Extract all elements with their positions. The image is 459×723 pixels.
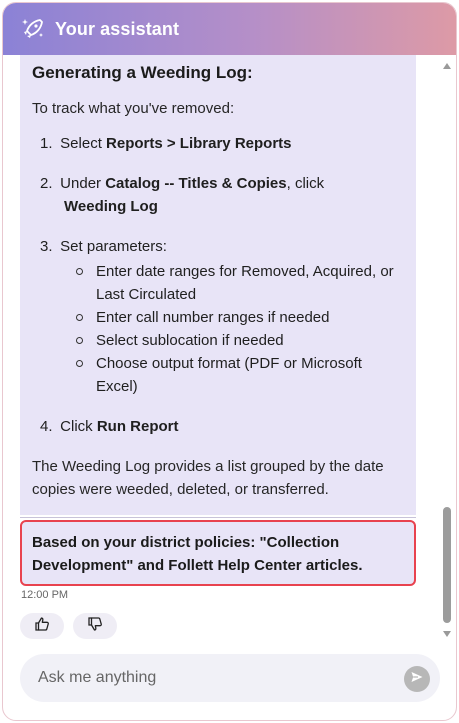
chat-scrollbar[interactable] bbox=[440, 55, 454, 645]
thumbs-up-icon bbox=[34, 616, 50, 637]
step-item: 3. Set parameters: Enter date ranges for… bbox=[32, 235, 404, 398]
thumbs-down-button[interactable] bbox=[73, 613, 117, 639]
chat-input[interactable] bbox=[38, 669, 378, 687]
scroll-down-arrow-icon[interactable] bbox=[443, 631, 451, 637]
list-item: Select sublocation if needed bbox=[72, 329, 404, 352]
send-icon bbox=[410, 670, 424, 689]
assistant-window: Your assistant Generating a Weeding Log:… bbox=[2, 2, 457, 721]
chat-scroll-area[interactable]: Generating a Weeding Log: To track what … bbox=[3, 55, 456, 645]
parameter-list: Enter date ranges for Removed, Acquired,… bbox=[40, 260, 404, 398]
assistant-header: Your assistant bbox=[3, 3, 456, 55]
send-button[interactable] bbox=[404, 666, 430, 692]
scrollbar-thumb[interactable] bbox=[443, 507, 451, 623]
assistant-message: Generating a Weeding Log: To track what … bbox=[20, 55, 416, 515]
sources-note: Based on your district policies: "Collec… bbox=[20, 520, 416, 586]
scroll-up-arrow-icon[interactable] bbox=[443, 63, 451, 69]
list-item: Choose output format (PDF or Microsoft E… bbox=[72, 352, 404, 398]
list-item: Enter call number ranges if needed bbox=[72, 306, 404, 329]
divider bbox=[20, 517, 416, 518]
message-intro: To track what you've removed: bbox=[32, 100, 235, 117]
steps-list: 1. Select Reports > Library Reports 2. U… bbox=[32, 132, 404, 438]
message-timestamp: 12:00 PM bbox=[21, 589, 69, 601]
thumbs-up-button[interactable] bbox=[20, 613, 64, 639]
message-summary: The Weeding Log provides a list grouped … bbox=[32, 458, 384, 498]
step-item: 1. Select Reports > Library Reports bbox=[40, 135, 292, 152]
message-heading: Generating a Weeding Log: bbox=[32, 63, 253, 82]
assistant-title: Your assistant bbox=[55, 18, 180, 39]
composer bbox=[20, 654, 440, 702]
thumbs-down-icon bbox=[87, 616, 103, 637]
step-item: 2. Under Catalog -- Titles & Copies, cli… bbox=[40, 175, 325, 215]
list-item: Enter date ranges for Removed, Acquired,… bbox=[72, 260, 404, 306]
sparkle-rocket-icon bbox=[19, 15, 47, 43]
step-item: 4. Click Run Report bbox=[40, 418, 179, 435]
